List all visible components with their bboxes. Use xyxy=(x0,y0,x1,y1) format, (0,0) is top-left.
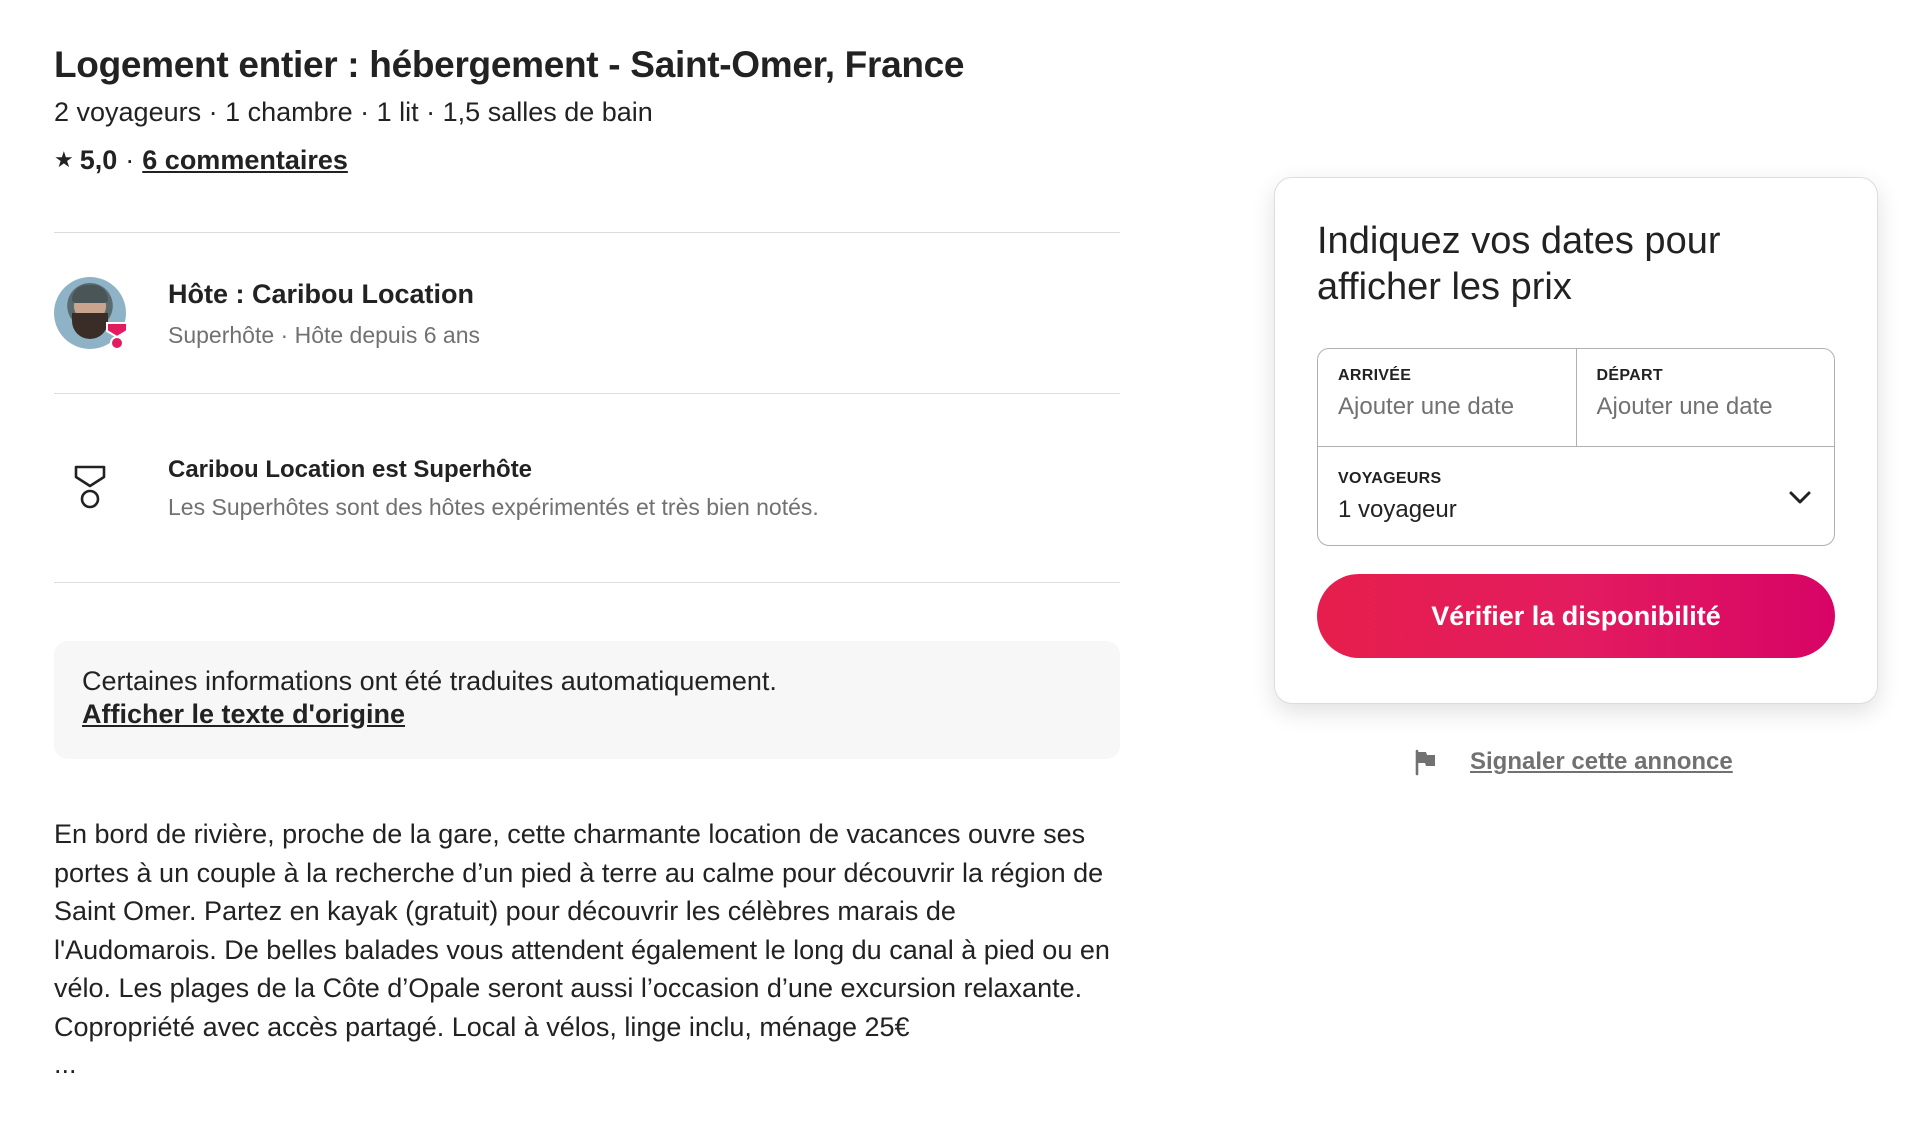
flag-icon xyxy=(1415,749,1435,776)
checkin-field[interactable]: ARRIVÉE Ajouter une date xyxy=(1318,349,1576,446)
checkout-value: Ajouter une date xyxy=(1596,393,1773,420)
host-name: Hôte : Caribou Location xyxy=(168,279,474,309)
host-section: Hôte : Caribou Location Superhôte · Hôte… xyxy=(54,233,1120,393)
listing-description: En bord de rivière, proche de la gare, c… xyxy=(54,819,1110,1042)
rating-separator: · xyxy=(125,145,135,175)
superhost-section: Caribou Location est Superhôte Les Super… xyxy=(54,394,1120,582)
show-original-link[interactable]: Afficher le texte d'origine xyxy=(82,699,405,729)
superhost-badge-icon xyxy=(74,465,106,509)
booking-card: Indiquez vos dates pour afficher les pri… xyxy=(1274,177,1878,704)
date-guest-picker: ARRIVÉE Ajouter une date DÉPART Ajouter … xyxy=(1317,348,1835,546)
divider xyxy=(54,582,1120,583)
checkin-label: ARRIVÉE xyxy=(1338,367,1412,384)
check-availability-button[interactable]: Vérifier la disponibilité xyxy=(1317,574,1835,658)
translation-text: Certaines informations ont été traduites… xyxy=(82,666,777,696)
superhost-description: Les Superhôtes sont des hôtes expériment… xyxy=(168,494,819,520)
guests-field[interactable]: VOYAGEURS 1 voyageur xyxy=(1318,447,1834,546)
checkin-value: Ajouter une date xyxy=(1338,393,1515,420)
superhost-text: Caribou Location est Superhôte Les Super… xyxy=(168,454,819,522)
guests-value: 1 voyageur xyxy=(1338,495,1457,523)
chevron-down-icon[interactable] xyxy=(1786,483,1814,511)
listing-title: Logement entier : hébergement - Saint-Om… xyxy=(54,44,965,85)
description-ellipsis: ... xyxy=(54,1048,77,1079)
checkout-label: DÉPART xyxy=(1596,367,1663,384)
checkout-field[interactable]: DÉPART Ajouter une date xyxy=(1575,349,1835,446)
guests-text: VOYAGEURS 1 voyageur xyxy=(1338,470,1457,524)
host-meta: Superhôte · Hôte depuis 6 ans xyxy=(168,322,480,348)
reviews-link[interactable]: 6 commentaires xyxy=(142,142,348,178)
avatar-beard xyxy=(72,313,108,339)
date-picker-row: ARRIVÉE Ajouter une date DÉPART Ajouter … xyxy=(1318,349,1834,447)
superhost-title: Caribou Location est Superhôte xyxy=(168,456,533,483)
guests-label: VOYAGEURS xyxy=(1338,469,1442,487)
avatar-hat xyxy=(72,285,108,303)
avatar[interactable] xyxy=(54,277,128,350)
report-listing: Signaler cette annonce xyxy=(1412,748,1733,776)
rating-value: 5,0 xyxy=(79,145,118,175)
listing-main: Logement entier : hébergement - Saint-Om… xyxy=(54,40,1120,1079)
translation-notice: Certaines informations ont été traduites… xyxy=(54,641,1120,759)
host-text: Hôte : Caribou Location Superhôte · Hôte… xyxy=(168,276,480,350)
star-icon: ★ xyxy=(54,147,74,172)
superhost-badge-icon xyxy=(106,322,128,350)
booking-card-title: Indiquez vos dates pour afficher les pri… xyxy=(1317,220,1721,308)
rating-row: ★ 5,0 · 6 commentaires xyxy=(54,142,1120,178)
report-listing-link[interactable]: Signaler cette annonce xyxy=(1470,748,1733,776)
listing-details: 2 voyageurs · 1 chambre · 1 lit · 1,5 sa… xyxy=(54,97,653,127)
